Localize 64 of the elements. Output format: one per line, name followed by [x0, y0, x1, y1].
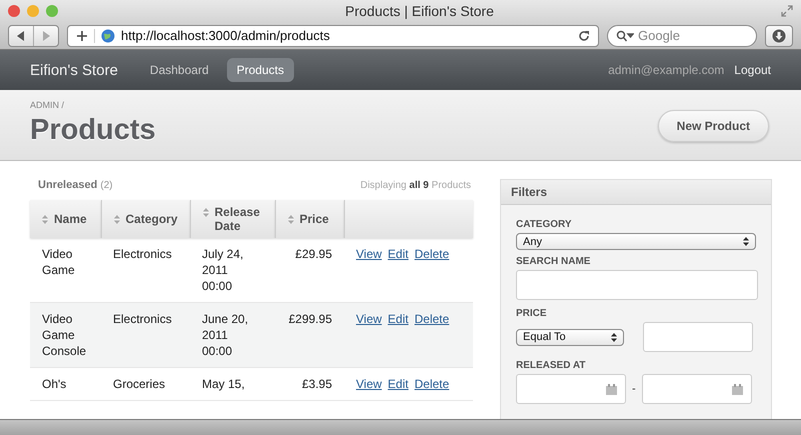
action-link[interactable]: View	[356, 247, 382, 261]
new-product-button[interactable]: New Product	[658, 110, 769, 142]
table-cell: Electronics	[101, 302, 190, 368]
action-link[interactable]: View	[356, 312, 382, 326]
close-icon[interactable]	[8, 5, 20, 17]
column-header[interactable]: Category	[101, 200, 190, 238]
field-label: PRICE	[516, 308, 548, 319]
pagination-info: Displaying all 9 Products	[360, 180, 471, 191]
scope-link[interactable]: Unreleased (2)	[38, 179, 113, 191]
search-field[interactable]: Google	[607, 24, 757, 46]
column-header[interactable]: Price	[275, 200, 344, 238]
nav-link[interactable]: Products	[226, 58, 294, 82]
minimize-icon[interactable]	[27, 5, 39, 17]
table-cell: Video Game Console	[30, 302, 101, 368]
column-header[interactable]: Name	[30, 200, 101, 238]
user-email: admin@example.com	[608, 63, 724, 77]
action-link[interactable]: Delete	[414, 247, 450, 261]
nav-link[interactable]: Dashboard	[140, 58, 219, 82]
plus-icon[interactable]	[76, 30, 88, 42]
brand-link[interactable]: Eifion's Store	[30, 62, 118, 78]
field-label: CATEGORY	[516, 219, 573, 230]
action-link[interactable]: Edit	[388, 312, 408, 326]
select-arrows-icon	[611, 332, 617, 342]
action-link[interactable]: Edit	[388, 377, 408, 391]
fullscreen-icon[interactable]	[781, 5, 793, 17]
table-cell: £3.95	[275, 368, 344, 400]
table-cell: May 15,	[190, 368, 275, 400]
reload-icon[interactable]	[578, 30, 590, 42]
panel-title: Filters	[501, 180, 771, 205]
price-operator-select[interactable]: Equal To	[516, 328, 624, 346]
calendar-icon[interactable]	[606, 384, 617, 394]
action-link[interactable]: Delete	[414, 377, 450, 391]
field-label: SEARCH NAME	[516, 256, 592, 267]
field-label: RELEASED AT	[516, 360, 586, 371]
sort-icon	[288, 215, 294, 224]
search-icon	[616, 30, 634, 42]
sort-icon	[202, 208, 208, 217]
table-cell: June 20, 2011 00:00	[190, 302, 275, 368]
address-bar[interactable]: http://localhost:3000/admin/products	[67, 24, 599, 46]
search-name-field[interactable]	[516, 270, 758, 300]
action-link[interactable]: Edit	[388, 247, 408, 261]
table-cell: Groceries	[101, 368, 190, 400]
calendar-icon[interactable]	[732, 384, 743, 394]
price-field[interactable]	[643, 322, 753, 352]
table-cell: £299.95	[275, 302, 344, 368]
action-link[interactable]: Delete	[414, 312, 450, 326]
globe-icon	[101, 28, 115, 42]
range-separator: -	[632, 383, 636, 395]
page-title: Products	[30, 114, 156, 146]
sort-icon	[42, 215, 48, 224]
table-cell: Oh's	[30, 368, 101, 400]
category-select[interactable]: Any	[516, 233, 756, 250]
url-text: http://localhost:3000/admin/products	[121, 28, 331, 43]
date-field[interactable]	[642, 374, 752, 404]
date-field[interactable]	[516, 374, 626, 404]
zoom-icon[interactable]	[46, 5, 58, 17]
window-title: Products | Eifion's Store	[344, 3, 495, 19]
logout-link[interactable]: Logout	[734, 63, 771, 77]
downloads-button[interactable]	[765, 24, 793, 46]
download-icon	[772, 28, 786, 42]
column-header[interactable]: Release Date	[190, 200, 275, 238]
action-link[interactable]: View	[356, 377, 382, 391]
sort-icon	[114, 215, 120, 224]
select-arrows-icon	[743, 237, 749, 246]
